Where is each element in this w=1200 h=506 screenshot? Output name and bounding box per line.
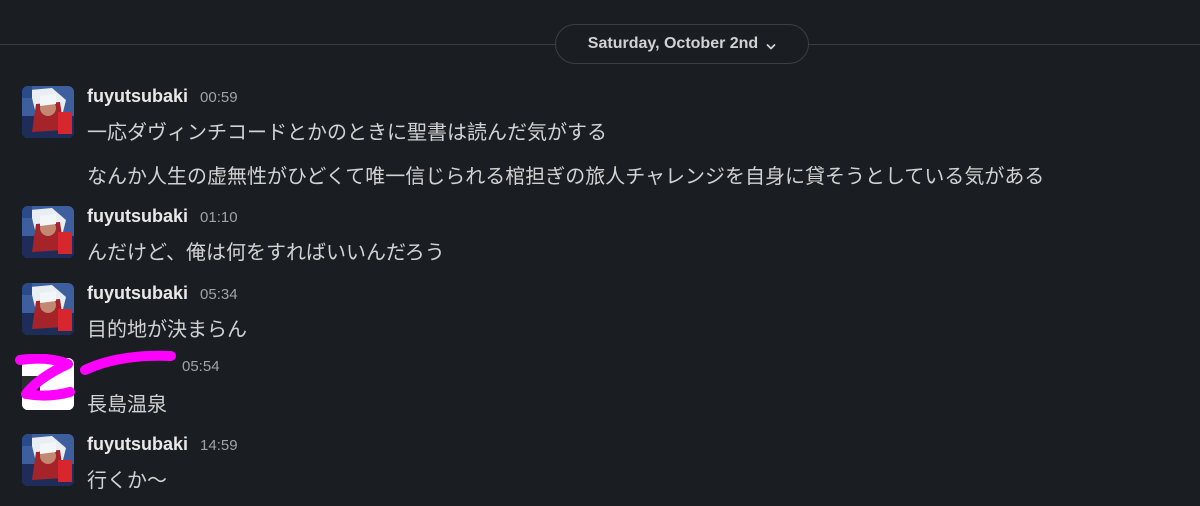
timestamp[interactable]: 05:54: [182, 358, 220, 375]
message-header: fuyutsubaki 05:34: [87, 283, 238, 307]
redaction-scribble-icon: [80, 350, 176, 375]
message-header: fuyutsubaki 00:59: [87, 86, 238, 110]
message-text: なんか人生の虚無性がひどくて唯一信じられる棺担ぎの旅人チャレンジを自身に貸そうと…: [87, 164, 1045, 188]
date-divider-button[interactable]: Saturday, October 2nd: [555, 24, 809, 64]
message-text: 一応ダヴィンチコードとかのときに聖書は読んだ気がする: [87, 120, 607, 144]
username[interactable]: fuyutsubaki: [87, 206, 188, 227]
username[interactable]: fuyutsubaki: [87, 283, 188, 304]
chevron-down-icon: [766, 39, 776, 50]
timestamp[interactable]: 01:10: [200, 209, 238, 226]
avatar[interactable]: [22, 206, 74, 258]
message-header: fuyutsubaki 01:10: [87, 206, 238, 230]
message-text: 長島温泉: [87, 392, 167, 416]
timestamp[interactable]: 14:59: [200, 437, 238, 454]
message-header: fuyutsubaki 14:59: [87, 434, 238, 458]
avatar[interactable]: [22, 434, 74, 486]
timestamp[interactable]: 00:59: [200, 89, 238, 106]
message-text: 行くか〜: [87, 468, 167, 492]
date-divider-label: Saturday, October 2nd: [587, 35, 759, 52]
message-text: んだけど、俺は何をすればいいんだろう: [87, 240, 445, 264]
avatar[interactable]: [22, 86, 74, 138]
avatar[interactable]: [22, 283, 74, 335]
username[interactable]: fuyutsubaki: [87, 86, 188, 107]
username[interactable]: fuyutsubaki: [87, 434, 188, 455]
message-text: 目的地が決まらん: [87, 317, 247, 341]
timestamp[interactable]: 05:34: [200, 286, 238, 303]
message-header: 05:54: [182, 358, 220, 382]
redaction-scribble-icon: [15, 354, 75, 401]
